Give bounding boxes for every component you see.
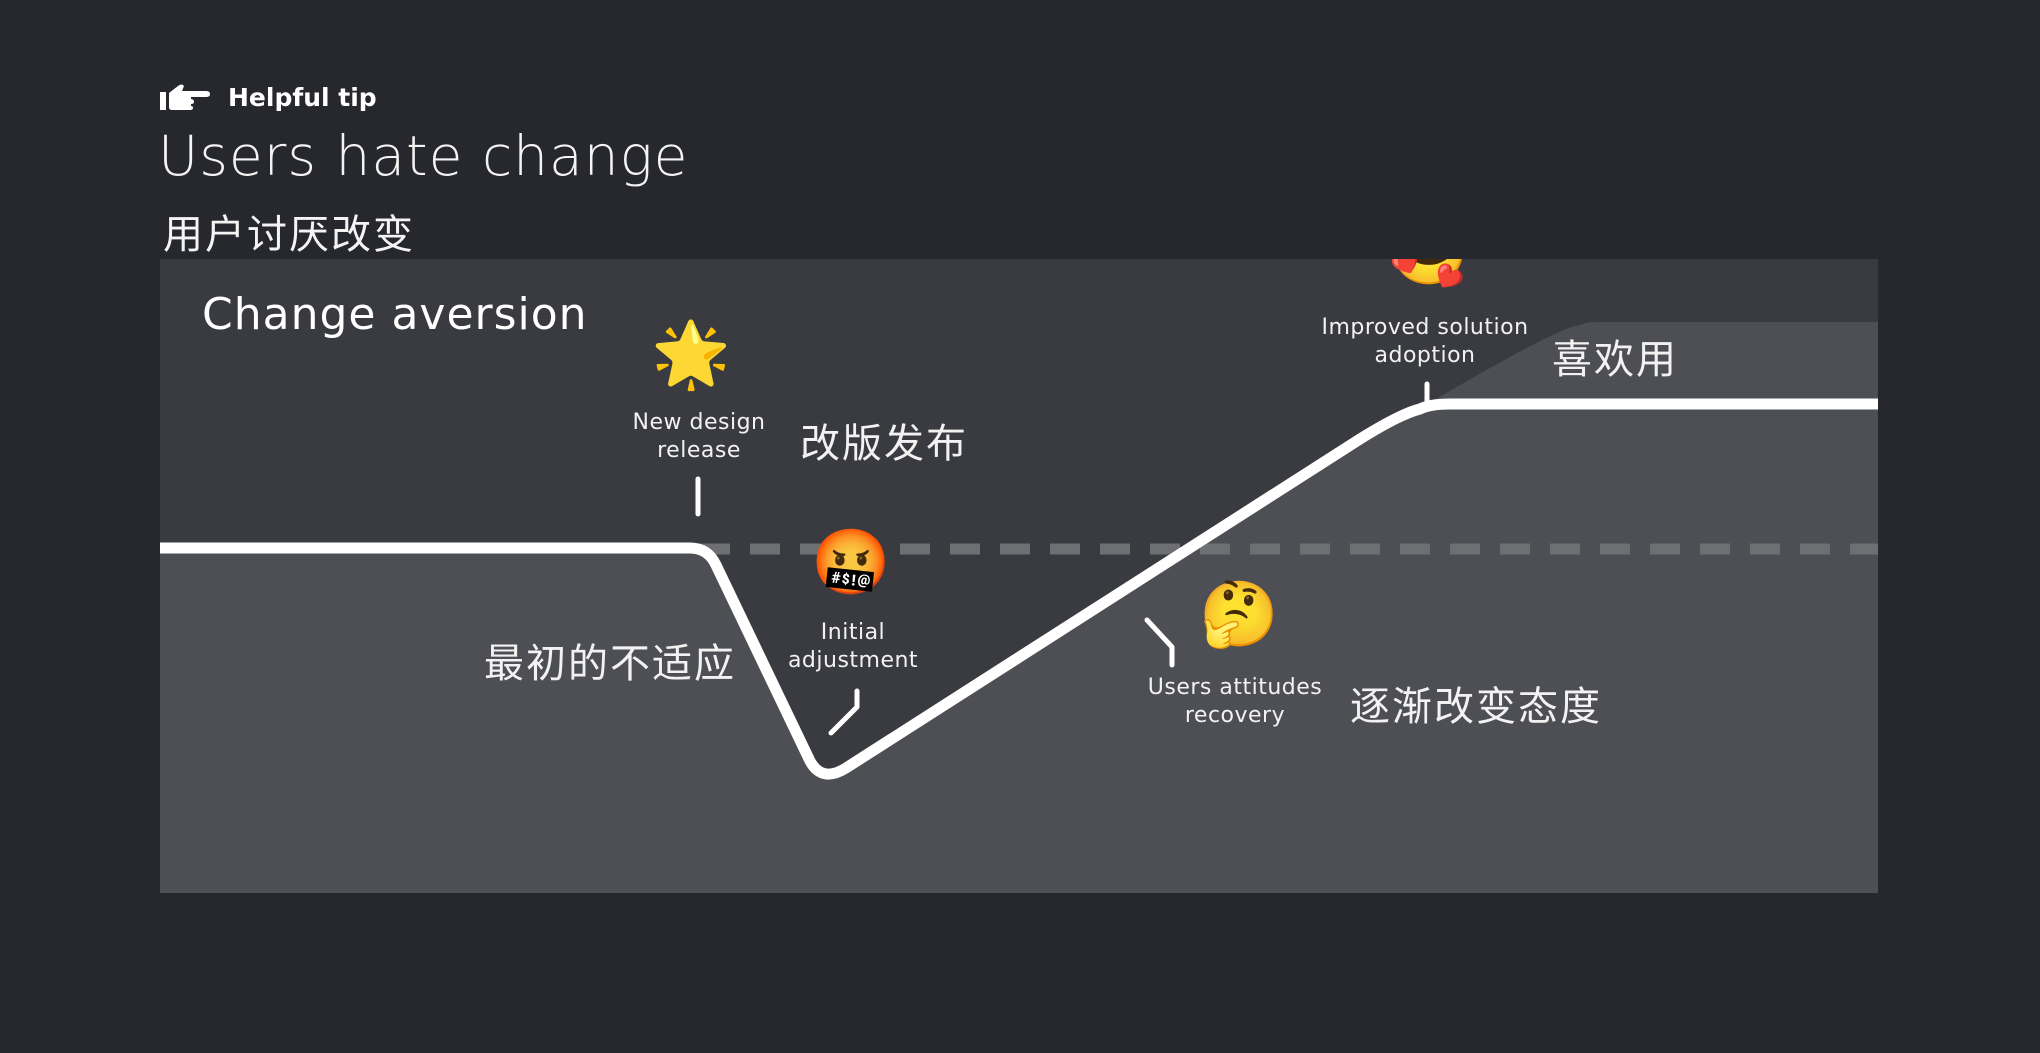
label-zh-initial-adjustment: 最初的不适应 [484, 641, 736, 687]
label-users-attitudes-recovery: Users attitudes recovery [1147, 675, 1323, 728]
label-zh-improved-solution-adoption: 喜欢用 [1552, 337, 1678, 383]
helpful-tip-label: Helpful tip [228, 82, 377, 112]
label-new-design-release: New design release [632, 410, 766, 463]
label-zh-users-attitudes-recovery: 逐渐改变态度 [1350, 684, 1602, 730]
label-improved-solution-adoption: Improved solution adoption [1321, 315, 1529, 368]
helpful-tip: Helpful tip [160, 82, 377, 112]
page-subtitle-zh: 用户讨厌改变 [163, 212, 415, 258]
smiling-face-with-hearts-icon: 🥰 [1389, 259, 1469, 285]
page-title: Users hate change [158, 124, 689, 188]
pointing-hand-icon [160, 84, 210, 110]
diagram-title: Change aversion [202, 289, 588, 340]
label-zh-new-design-release: 改版发布 [800, 421, 968, 467]
cursing-face-icon: 🤬 [811, 526, 891, 600]
glowing-star-icon: 🌟 [651, 318, 731, 392]
label-initial-adjustment: Initial adjustment [787, 620, 919, 673]
tick-initial-adjustment [828, 688, 860, 736]
change-aversion-diagram: Change aversion 🌟 New design release 改版发… [160, 259, 1878, 893]
thinking-face-icon: 🤔 [1199, 578, 1279, 652]
